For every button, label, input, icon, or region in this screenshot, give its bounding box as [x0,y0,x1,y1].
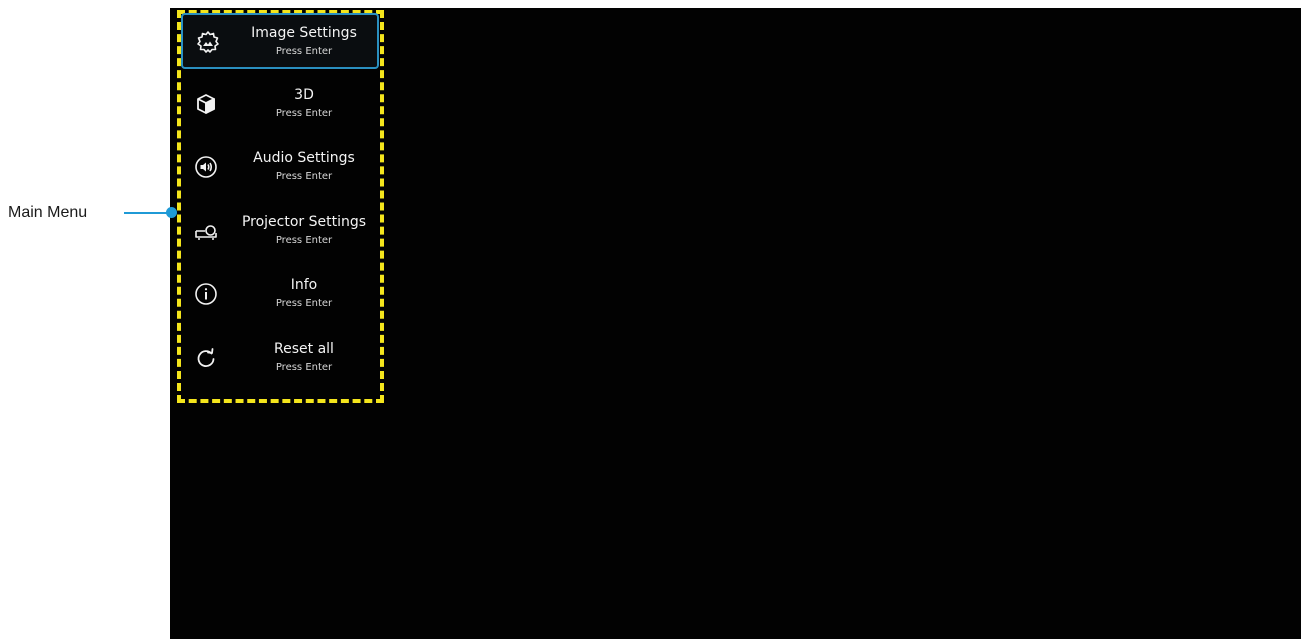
menu-item-title: 3D [294,87,314,103]
menu-item-subtitle: Press Enter [275,46,333,57]
menu-item-info[interactable]: Info Press Enter [181,267,379,323]
menu-item-subtitle: Press Enter [275,108,333,119]
menu-item-title: Info [290,277,318,293]
menu-item-image-settings[interactable]: Image Settings Press Enter [181,13,379,69]
image-settings-icon [195,29,221,55]
reset-icon [193,345,219,371]
menu-item-subtitle: Press Enter [275,362,333,373]
menu-item-audio-settings[interactable]: Audio Settings Press Enter [181,140,379,196]
page: Main Menu Image Settings Press Enter 3D … [0,0,1301,639]
main-menu-callout-label: Main Menu [8,204,88,221]
cube-icon [193,91,219,117]
menu-item-subtitle: Press Enter [275,235,333,246]
callout-dot [166,207,177,218]
projector-icon [193,218,219,244]
speaker-icon [193,154,219,180]
menu-item-title: Reset all [274,341,334,357]
menu-item-title: Image Settings [251,25,357,41]
menu-item-reset-all[interactable]: Reset all Press Enter [181,331,379,387]
callout-line [124,212,171,214]
menu-item-3d[interactable]: 3D Press Enter [181,77,379,133]
menu-item-title: Projector Settings [241,214,367,230]
menu-item-subtitle: Press Enter [275,171,333,182]
menu-item-title: Audio Settings [253,150,355,166]
menu-item-subtitle: Press Enter [275,298,333,309]
info-icon [193,281,219,307]
menu-item-projector-settings[interactable]: Projector Settings Press Enter [181,204,379,260]
